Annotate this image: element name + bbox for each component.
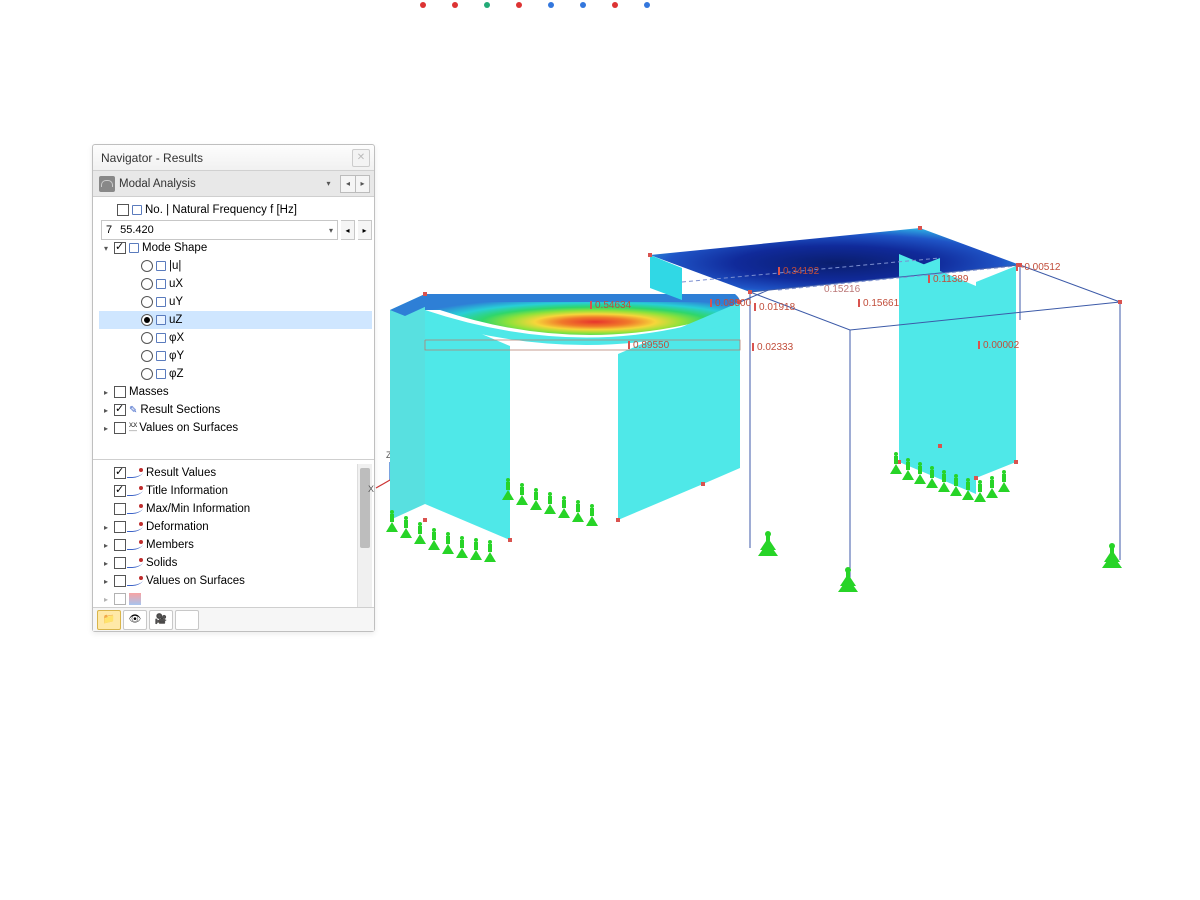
- tab-project[interactable]: 📁: [97, 610, 121, 630]
- prev-analysis-button[interactable]: ◂: [340, 175, 355, 193]
- navigator-header[interactable]: Navigator - Results ✕: [93, 145, 374, 171]
- mode-uy[interactable]: uY: [99, 293, 372, 311]
- freq-next-button[interactable]: ▸: [358, 220, 372, 240]
- freq-icon: [132, 205, 142, 215]
- gradient-icon: [129, 593, 141, 605]
- mode-phix[interactable]: φX: [99, 329, 372, 347]
- next-analysis-button[interactable]: ▸: [355, 175, 370, 193]
- val-3: 0.08500: [710, 298, 751, 309]
- toolbar-fragment: [0, 0, 1200, 12]
- chevron-down-icon[interactable]: ▾: [321, 175, 336, 193]
- val-5: 0.02333: [752, 342, 793, 353]
- mode-shape-node[interactable]: ▾ Mode Shape: [99, 239, 372, 257]
- opt-deformation[interactable]: ▸ Deformation: [99, 518, 357, 536]
- analysis-selector[interactable]: Modal Analysis ▾ ◂ ▸: [93, 171, 374, 197]
- analysis-icon: [99, 176, 115, 192]
- frequency-select[interactable]: 7 55.420 ▾: [101, 220, 338, 240]
- tab-views[interactable]: 👁: [123, 610, 147, 630]
- tab-results[interactable]: [175, 610, 199, 630]
- values-on-surfaces-node[interactable]: ▸ x.x Values on Surfaces: [99, 419, 372, 437]
- chevron-down-icon[interactable]: ▾: [329, 226, 333, 235]
- mode-shape-icon: [129, 243, 139, 253]
- opt-title-info[interactable]: Title Information: [99, 482, 357, 500]
- values-icon: x.x: [129, 420, 136, 429]
- mode-uz[interactable]: uZ: [99, 311, 372, 329]
- freq-val: 55.420: [120, 224, 154, 236]
- mode-phiz[interactable]: φZ: [99, 365, 372, 383]
- axis-x: X: [368, 484, 374, 494]
- val-4: 0.01918: [754, 302, 795, 313]
- freq-header-row[interactable]: No. | Natural Frequency f [Hz]: [99, 201, 372, 219]
- opt-maxmin[interactable]: Max/Min Information: [99, 500, 357, 518]
- opt-more[interactable]: ▸: [99, 590, 357, 607]
- freq-prev-button[interactable]: ◂: [341, 220, 355, 240]
- model-viewport[interactable]: Z Y X: [380, 150, 1160, 650]
- val-11: 0.00002: [978, 340, 1019, 351]
- val-10: -0.00512: [1016, 262, 1060, 273]
- val-2: 0.89550: [628, 340, 669, 351]
- val-1: 0.54634: [590, 300, 631, 311]
- footer-tabs: 📁 👁 🎥: [93, 607, 374, 631]
- tab-camera[interactable]: 🎥: [149, 610, 173, 630]
- scroll-thumb[interactable]: [360, 468, 370, 548]
- freq-checkbox[interactable]: [117, 204, 129, 216]
- mode-u-abs[interactable]: |u|: [99, 257, 372, 275]
- expand-icon[interactable]: ▸: [101, 387, 111, 397]
- result-sections-node[interactable]: ▸ ✎ Result Sections: [99, 401, 372, 419]
- opt-solids[interactable]: ▸ Solids: [99, 554, 357, 572]
- val-9: 0.11389: [928, 274, 968, 285]
- navigator-title: Navigator - Results: [101, 151, 203, 165]
- display-options: Result Values Title Information Max/Min …: [93, 459, 374, 607]
- radio-u-abs[interactable]: [141, 260, 153, 272]
- collapse-icon[interactable]: ▾: [101, 243, 111, 253]
- mode-shape-checkbox[interactable]: [114, 242, 126, 254]
- close-icon[interactable]: ✕: [352, 149, 370, 167]
- navigator-panel: Navigator - Results ✕ Modal Analysis ▾ ◂…: [92, 144, 375, 632]
- result-values-icon: [129, 468, 143, 478]
- opt-members[interactable]: ▸ Members: [99, 536, 357, 554]
- analysis-label: Modal Analysis: [119, 178, 317, 190]
- val-6: 0.34192: [778, 266, 819, 277]
- masses-node[interactable]: ▸ Masses: [99, 383, 372, 401]
- val-7: 0.15216: [824, 284, 860, 295]
- mode-ux[interactable]: uX: [99, 275, 372, 293]
- results-tree: No. | Natural Frequency f [Hz] 7 55.420 …: [93, 197, 374, 459]
- freq-dropdown-row: 7 55.420 ▾ ◂ ▸: [99, 221, 372, 239]
- val-8: 0.15661: [858, 298, 899, 309]
- freq-no: 7: [106, 224, 112, 236]
- opt-values-on-surfaces[interactable]: ▸ Values on Surfaces: [99, 572, 357, 590]
- mode-phiy[interactable]: φY: [99, 347, 372, 365]
- opt-result-values[interactable]: Result Values: [99, 464, 357, 482]
